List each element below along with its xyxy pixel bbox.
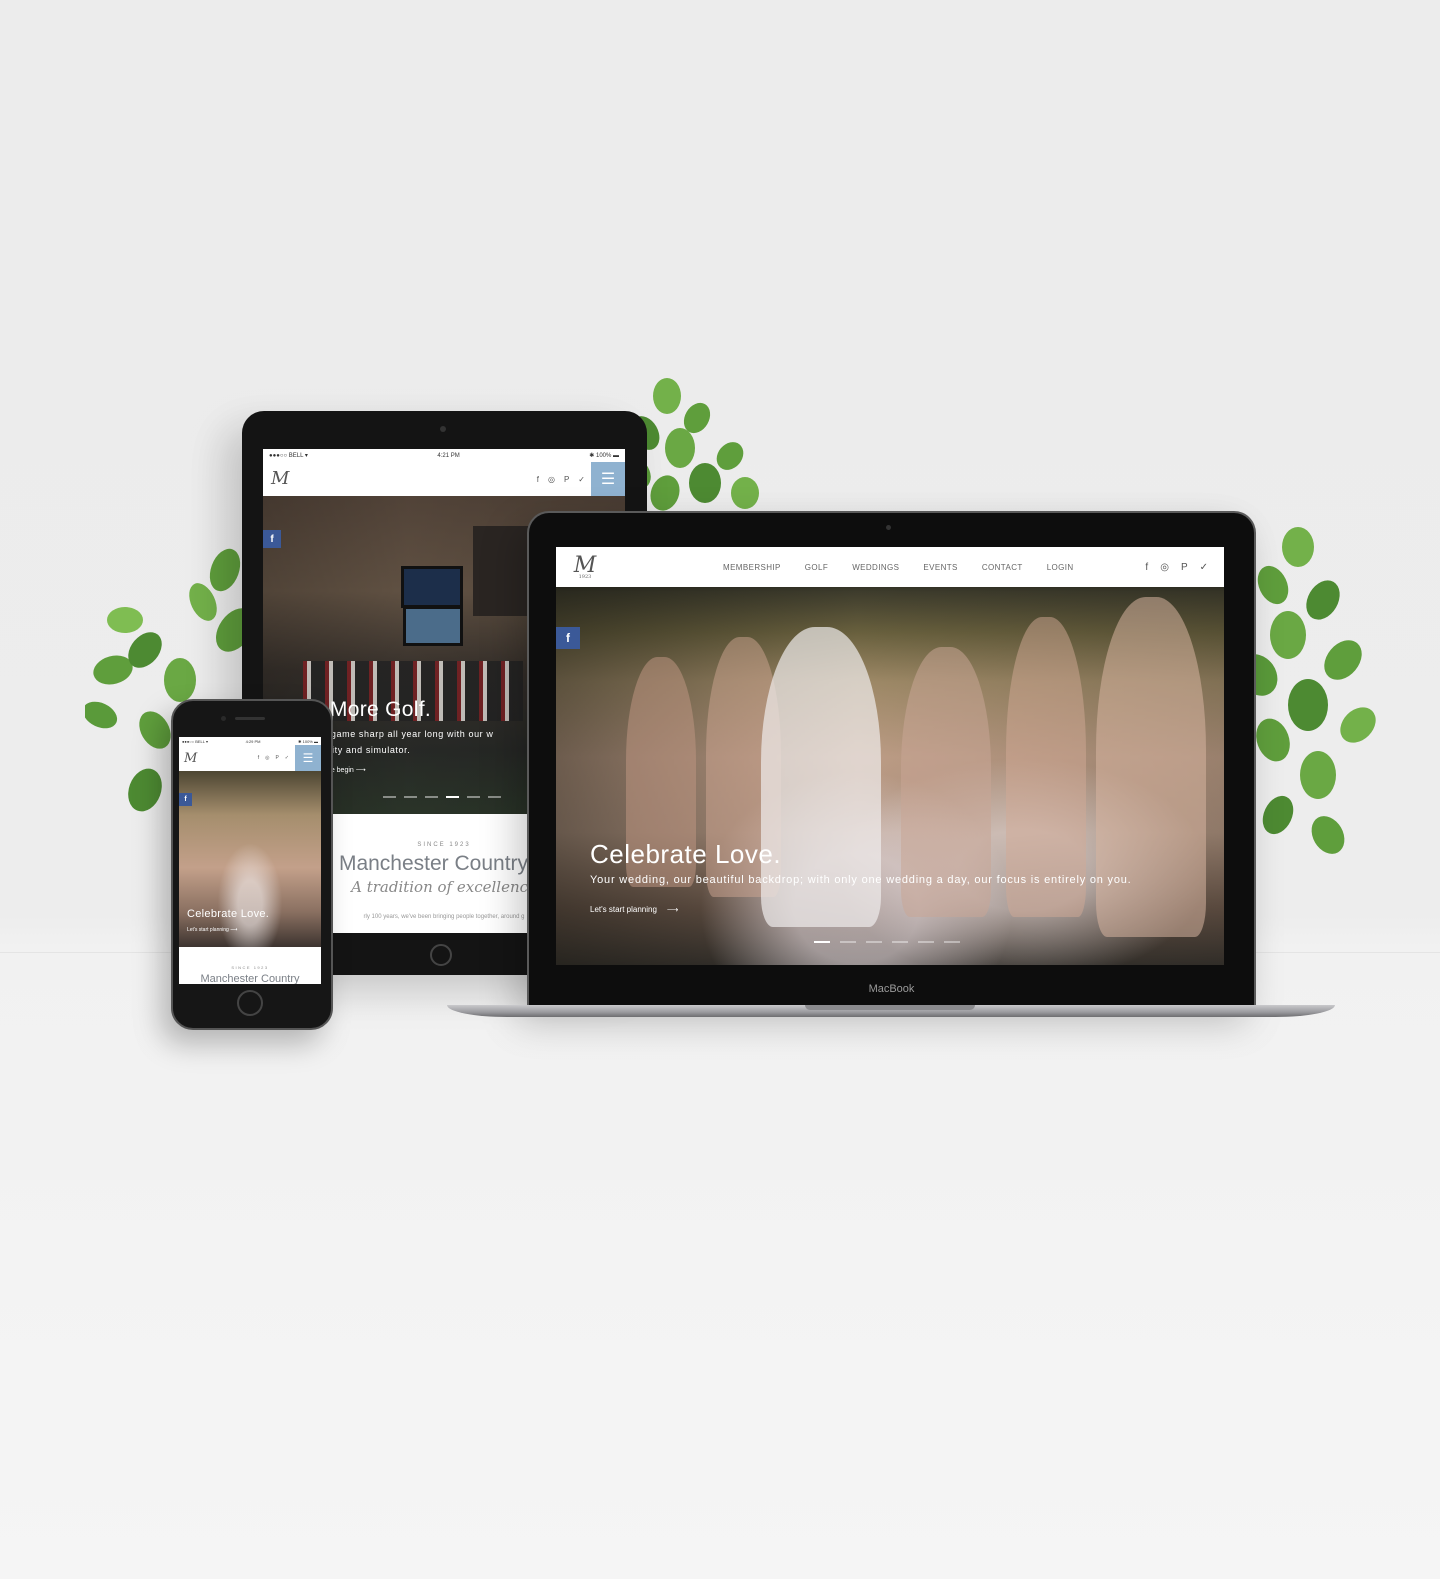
instagram-icon[interactable]: ◎: [265, 755, 269, 761]
site-logo[interactable]: M 1923: [565, 554, 605, 580]
status-time: 4:21 PM: [437, 452, 460, 459]
slider-dot[interactable]: [404, 796, 417, 798]
laptop-device: M 1923 MEMBERSHIP GOLF WEDDINGS EVENTS C…: [527, 511, 1256, 1008]
laptop-base: [447, 1005, 1335, 1017]
facebook-icon[interactable]: f: [1145, 562, 1148, 573]
slider-dot[interactable]: [944, 941, 960, 943]
status-battery: ✱ 100% ▬: [589, 453, 619, 459]
hero-subtitle: Your wedding, our beautiful backdrop; wi…: [590, 874, 1132, 886]
facebook-badge-icon[interactable]: f: [179, 793, 192, 806]
hero-cta-link[interactable]: Let's start planning ⟶: [590, 905, 678, 914]
phone-hero: f Celebrate Love. Let's start planning ⟶: [179, 771, 321, 947]
slider-dot[interactable]: [918, 941, 934, 943]
slider-dot[interactable]: [866, 941, 882, 943]
cta-label: Let's start planning: [590, 905, 657, 914]
slider-dots: [814, 941, 960, 943]
facebook-icon[interactable]: f: [258, 755, 259, 761]
phone-intro-section: SINCE 1923 Manchester Country: [179, 947, 321, 984]
slider-dot-active[interactable]: [814, 941, 830, 943]
hamburger-menu-icon[interactable]: ☰: [295, 745, 321, 771]
laptop-brand-label: MacBook: [868, 983, 915, 995]
slider-dot[interactable]: [488, 796, 501, 798]
twitter-icon[interactable]: ✓: [1200, 562, 1208, 573]
laptop-camera: [886, 525, 891, 530]
hero-simulator-screen: [403, 606, 463, 646]
facebook-badge-icon[interactable]: f: [556, 627, 580, 649]
phone-device: ●●●○○ BELL ▾ 4:29 PM ✱ 100% ▬ M f ◎ P ✓ …: [171, 699, 333, 1030]
main-menu: MEMBERSHIP GOLF WEDDINGS EVENTS CONTACT …: [723, 563, 1074, 572]
tablet-status-bar: ●●●○○ BELL ▾ 4:21 PM ✱ 100% ▬: [263, 449, 625, 462]
hero-tv-screen: [401, 566, 463, 608]
nav-weddings[interactable]: WEDDINGS: [852, 563, 899, 572]
status-time: 4:29 PM: [245, 738, 261, 744]
slider-dot[interactable]: [467, 796, 480, 798]
facebook-badge-icon[interactable]: f: [263, 530, 281, 548]
nav-contact[interactable]: CONTACT: [982, 563, 1023, 572]
hamburger-menu-icon[interactable]: ☰: [591, 462, 625, 496]
hero-title: Celebrate Love.: [590, 839, 782, 869]
nav-golf[interactable]: GOLF: [805, 563, 828, 572]
phone-navbar: M f ◎ P ✓ ☰: [179, 745, 321, 771]
club-name: Manchester Country: [200, 973, 300, 984]
hero-cabinet: [473, 526, 529, 616]
hero-figure: [1006, 617, 1086, 917]
nav-events[interactable]: EVENTS: [923, 563, 957, 572]
hero-title: Celebrate Love.: [187, 908, 270, 920]
status-battery: ✱ 100% ▬: [298, 738, 318, 744]
phone-logo[interactable]: M: [184, 751, 197, 766]
tablet-navbar: M f ◎ P ✓ ☰: [263, 462, 625, 496]
tablet-home-button: [430, 944, 452, 966]
twitter-icon[interactable]: ✓: [578, 475, 585, 484]
tablet-logo[interactable]: M: [271, 470, 289, 488]
pinterest-icon[interactable]: P: [275, 755, 278, 761]
instagram-icon[interactable]: ◎: [1160, 562, 1169, 573]
tablet-social-links: f ◎ P ✓: [537, 475, 585, 484]
phone-status-bar: ●●●○○ BELL ▾ 4:29 PM ✱ 100% ▬: [179, 737, 321, 745]
twitter-icon[interactable]: ✓: [285, 755, 289, 761]
phone-speaker: [235, 717, 265, 720]
since-label: SINCE 1923: [231, 965, 269, 970]
social-links: f ◎ P ✓: [1145, 562, 1208, 573]
hero-figure: [1096, 597, 1206, 937]
laptop-screen: M 1923 MEMBERSHIP GOLF WEDDINGS EVENTS C…: [556, 547, 1224, 965]
pinterest-icon[interactable]: P: [1181, 562, 1188, 573]
nav-login[interactable]: LOGIN: [1047, 563, 1074, 572]
laptop-navbar: M 1923 MEMBERSHIP GOLF WEDDINGS EVENTS C…: [556, 547, 1224, 587]
slider-dot[interactable]: [425, 796, 438, 798]
phone-screen: ●●●○○ BELL ▾ 4:29 PM ✱ 100% ▬ M f ◎ P ✓ …: [179, 737, 321, 984]
phone-social-links: f ◎ P ✓: [258, 755, 289, 761]
instagram-icon[interactable]: ◎: [548, 475, 555, 484]
slider-dots: [383, 796, 501, 798]
hero-cta-link[interactable]: Let's start planning ⟶: [187, 927, 237, 933]
arrow-right-icon: ⟶: [666, 905, 679, 914]
status-carrier: ●●●○○ BELL ▾: [269, 453, 308, 459]
laptop-notch: [805, 1005, 975, 1010]
slider-dot[interactable]: [840, 941, 856, 943]
pinterest-icon[interactable]: P: [564, 475, 569, 484]
hero-wedding-image: f Celebrate Love. Your wedding, our beau…: [556, 587, 1224, 965]
slider-dot-active[interactable]: [446, 796, 459, 798]
phone-home-button: [237, 990, 263, 1016]
tablet-camera: [440, 426, 446, 432]
slider-dot[interactable]: [892, 941, 908, 943]
facebook-icon[interactable]: f: [537, 475, 539, 484]
slider-dot[interactable]: [383, 796, 396, 798]
logo-year: 1923: [578, 573, 592, 580]
phone-camera: [221, 716, 226, 721]
nav-membership[interactable]: MEMBERSHIP: [723, 563, 781, 572]
status-carrier: ●●●○○ BELL ▾: [182, 738, 208, 744]
